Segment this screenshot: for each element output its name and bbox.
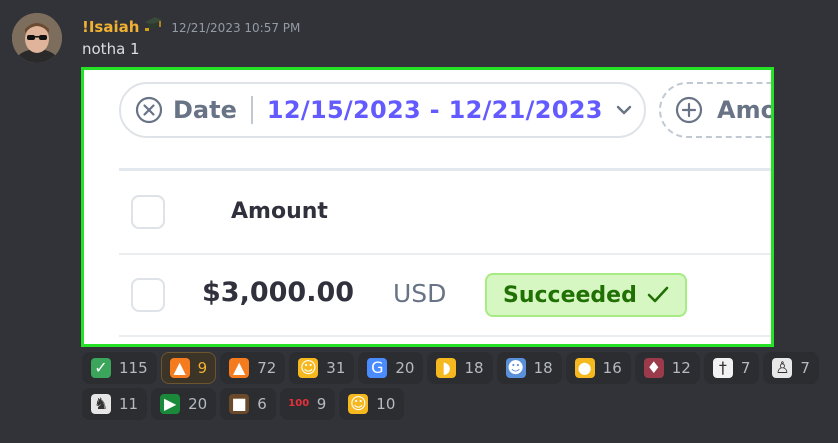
date-filter-pill[interactable]: Date 12/15/2023 - 12/21/2023 [119,82,646,138]
filter-divider [250,96,253,124]
custom-stick-figure-icon: † [712,358,733,378]
filter-label: Date [173,96,237,124]
reaction-count: 31 [326,359,346,377]
custom-sketch-icon: ♙ [772,358,793,378]
reaction-count: 10 [376,395,396,413]
chevron-down-icon [616,105,631,115]
chat-message: !Isaiah 12/21/2023 10:57 PM notha 1 Date [0,0,838,443]
hundred-points-icon: 100 [288,394,309,414]
smiling-face-with-sunglasses-icon: ☺ [348,394,369,414]
reaction-row: ♞ 11 ▶ 20 ■ 6 100 9 ☺ 10 [82,388,838,420]
check-icon [647,286,669,303]
reaction-count: 9 [197,359,208,377]
fire-icon: ▲ [229,358,250,378]
reaction-custom-image[interactable]: ■ 6 [220,388,276,420]
g-letter-icon: G [367,358,388,378]
goat-icon: ♞ [91,394,111,414]
reaction-count: 12 [671,359,691,377]
screenshot-content: Date 12/15/2023 - 12/21/2023 Amo Amount [84,70,771,344]
reaction-fire[interactable]: ▲ 72 [220,352,286,384]
reaction-row: ✓ 115 ▲ 9 ▲ 72 ☺ 31 G 20 ◗ 18 ☻ 18 ● 16 ♦ 12 † 7 ♙ 7 [82,352,838,384]
timestamp: 12/21/2023 10:57 PM [171,21,301,35]
reaction-custom-person-photo[interactable]: ♦ 12 [634,352,700,384]
reaction-g-letter[interactable]: G 20 [358,352,424,384]
currency-code: USD [393,279,447,308]
status-label: Succeeded [503,282,637,308]
message-header: !Isaiah 12/21/2023 10:57 PM [82,14,301,36]
image-attachment[interactable]: Date 12/15/2023 - 12/21/2023 Amo Amount [81,67,774,347]
saluting-face-icon: ☺ [298,358,319,378]
graduation-cap-icon [143,14,163,32]
reaction-oncoming-fist[interactable]: ● 16 [565,352,631,384]
avatar-image [12,13,62,63]
reaction-count: 6 [257,395,267,413]
reaction-check-mark-button[interactable]: ✓ 115 [82,352,157,384]
amount-filter-pill[interactable]: Amo [659,82,771,138]
custom-blue-face-icon: ☻ [505,358,526,378]
row-checkbox[interactable] [131,278,165,312]
reaction-custom-stick-figure[interactable]: † 7 [703,352,760,384]
remove-filter-icon[interactable] [135,96,163,124]
select-all-checkbox[interactable] [131,195,165,229]
reaction-count: 7 [800,359,810,377]
reaction-palestine-flag[interactable]: ▶ 20 [151,388,217,420]
status-badge: Succeeded [485,273,687,317]
reaction-hundred-points[interactable]: 100 9 [279,388,336,420]
reactions-bar: ✓ 115 ▲ 9 ▲ 72 ☺ 31 G 20 ◗ 18 ☻ 18 ● 16 ♦ 12 † 7 ♙ 7 ♞ 11 ▶ 20 ■ 6… [82,352,838,424]
plus-circle-icon [675,96,703,124]
username[interactable]: !Isaiah [82,18,139,36]
reaction-smiling-face-with-sunglasses[interactable]: ☺ 10 [339,388,405,420]
reaction-count: 72 [257,359,277,377]
flexed-biceps-icon: ◗ [436,358,457,378]
fire-icon: ▲ [169,358,190,378]
custom-person-photo-icon: ♦ [643,358,664,378]
table-header-row: Amount [119,171,771,255]
reaction-count: 18 [464,359,484,377]
check-mark-button-icon: ✓ [91,358,111,378]
oncoming-fist-icon: ● [574,358,595,378]
message-text: notha 1 [82,40,140,58]
amount-value: $3,000.00 [202,277,355,308]
palestine-flag-icon: ▶ [160,394,181,414]
reaction-count: 20 [395,359,415,377]
reaction-count: 9 [316,395,327,413]
reaction-custom-sketch[interactable]: ♙ 7 [763,352,819,384]
reaction-count: 11 [119,395,139,413]
custom-image-icon: ■ [229,394,250,414]
reaction-count: 20 [188,395,208,413]
reaction-saluting-face[interactable]: ☺ 31 [289,352,355,384]
reaction-count: 18 [533,359,553,377]
reaction-custom-blue-face[interactable]: ☻ 18 [496,352,562,384]
table-row[interactable]: $3,000.00 USD Succeeded [119,255,771,337]
avatar[interactable] [12,13,62,63]
reaction-count: 7 [740,359,751,377]
reaction-fire[interactable]: ▲ 9 [160,352,217,384]
filter2-label: Amo [717,96,771,124]
reaction-goat[interactable]: ♞ 11 [82,388,148,420]
column-header-amount[interactable]: Amount [231,199,328,224]
reaction-count: 115 [119,359,148,377]
reaction-flexed-biceps[interactable]: ◗ 18 [427,352,493,384]
filter-value: 12/15/2023 - 12/21/2023 [266,96,603,124]
reaction-count: 16 [602,359,622,377]
